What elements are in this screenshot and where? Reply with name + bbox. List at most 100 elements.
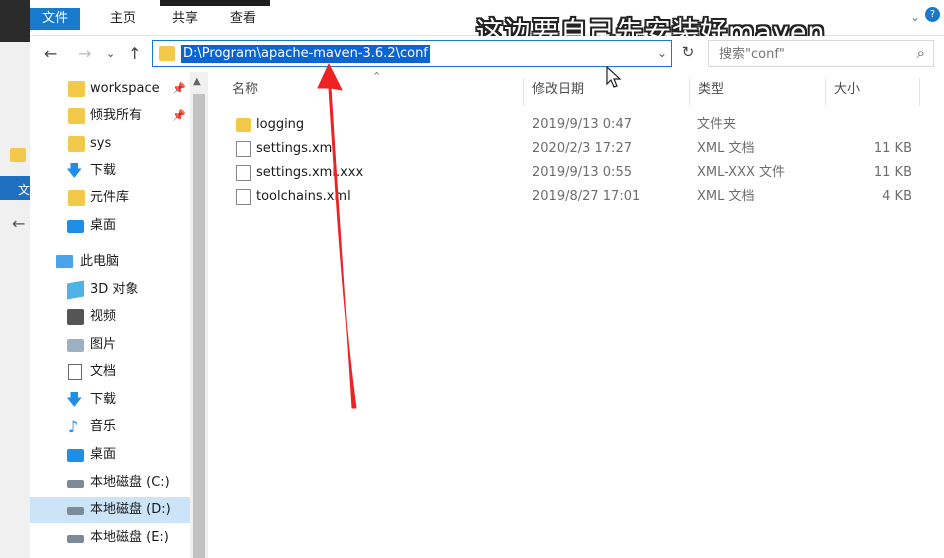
file-date: 2020/2/3 17:27: [532, 141, 632, 156]
address-folder-icon: [159, 46, 175, 61]
computer-icon: [56, 255, 73, 268]
nav-item-desktop[interactable]: 桌面: [30, 442, 190, 468]
nav-item-component-library[interactable]: 元件库: [30, 185, 190, 211]
cube-icon: [67, 280, 84, 300]
file-date: 2019/9/13 0:47: [532, 117, 632, 132]
nav-item-pictures[interactable]: 图片: [30, 332, 190, 358]
nav-item-label: 下载: [90, 163, 117, 178]
nav-item-label: 本地磁盘 (D:): [90, 502, 171, 517]
nav-item-documents[interactable]: 文档: [30, 359, 190, 385]
table-row[interactable]: toolchains.xml 2019/8/27 17:01 XML 文档 4 …: [228, 185, 918, 209]
address-bar[interactable]: D:\Program\apache-maven-3.6.2\conf ⌄: [152, 40, 672, 67]
help-icon[interactable]: ?: [925, 7, 940, 22]
column-header-name[interactable]: 名称: [224, 78, 524, 106]
pin-icon[interactable]: 📌: [172, 103, 186, 129]
folder-icon: [68, 108, 85, 124]
file-icon: [236, 189, 251, 205]
nav-item-label: 桌面: [90, 447, 117, 462]
tab-share[interactable]: 共享: [160, 8, 210, 30]
download-icon: 🡇: [66, 161, 83, 180]
nav-item-label: 此电脑: [80, 254, 120, 269]
nav-item-videos[interactable]: 视频: [30, 304, 190, 330]
file-icon: [236, 165, 251, 181]
nav-item-desktop-quick[interactable]: 桌面: [30, 213, 190, 239]
nav-item-drive-e[interactable]: 本地磁盘 (E:): [30, 525, 190, 551]
nav-item-3d-objects[interactable]: 3D 对象: [30, 277, 190, 303]
nav-item-downloads[interactable]: 🡇 下载: [30, 387, 190, 413]
file-type: 文件夹: [697, 117, 737, 132]
desktop-icon: [67, 220, 84, 233]
background-folder-icon: [10, 148, 26, 162]
tab-home[interactable]: 主页: [98, 8, 148, 30]
nav-item-label: 视频: [90, 309, 117, 324]
nav-item-label: 3D 对象: [90, 282, 139, 297]
file-type: XML 文档: [697, 189, 755, 204]
nav-item-label: 图片: [90, 337, 117, 352]
title-bar-fragment: [160, 0, 270, 6]
scrollbar-thumb[interactable]: [193, 94, 205, 558]
ribbon-expand-chevron-icon[interactable]: ⌄: [910, 10, 920, 24]
back-arrow-icon[interactable]: ←: [44, 44, 57, 63]
background-back-arrow-icon: ←: [12, 214, 26, 233]
column-header-type[interactable]: 类型: [690, 78, 826, 106]
nav-item-drive-c[interactable]: 本地磁盘 (C:): [30, 470, 190, 496]
nav-item-label: 音乐: [90, 419, 117, 434]
table-row[interactable]: settings.xml 2020/2/3 17:27 XML 文档 11 KB: [228, 137, 918, 161]
scroll-up-arrow-icon[interactable]: ▲: [193, 76, 201, 87]
forward-arrow-icon[interactable]: →: [78, 44, 91, 63]
nav-item-workspace[interactable]: workspace 📌: [30, 76, 190, 102]
refresh-icon[interactable]: ↻: [676, 43, 700, 65]
file-name: settings.xml: [256, 141, 336, 156]
column-header-size[interactable]: 大小: [826, 78, 920, 106]
nav-item-label: 元件库: [90, 190, 130, 205]
video-icon: [67, 309, 84, 325]
tab-view[interactable]: 查看: [218, 8, 268, 30]
drive-icon: [67, 507, 84, 515]
table-row[interactable]: settings.xml.xxx 2019/9/13 0:55 XML-XXX …: [228, 161, 918, 185]
file-type: XML 文档: [697, 141, 755, 156]
table-row[interactable]: logging 2019/9/13 0:47 文件夹: [228, 113, 918, 137]
file-date: 2019/9/13 0:55: [532, 165, 632, 180]
music-icon: ♪: [68, 417, 79, 436]
background-dark-area: [0, 0, 30, 42]
desktop-icon: [67, 449, 84, 462]
nav-item-qingwosuoyou[interactable]: 倾我所有 📌: [30, 103, 190, 129]
nav-item-label: workspace: [90, 81, 160, 96]
nav-item-drive-d[interactable]: 本地磁盘 (D:): [30, 497, 190, 523]
recent-locations-chevron-icon[interactable]: ⌄: [106, 47, 115, 60]
address-dropdown-chevron-icon[interactable]: ⌄: [657, 46, 667, 60]
file-icon: [236, 141, 251, 157]
file-date: 2019/8/27 17:01: [532, 189, 641, 204]
background-window: 文 ←: [0, 0, 30, 558]
drive-icon: [67, 480, 84, 488]
folder-icon: [68, 81, 85, 97]
search-icon[interactable]: ⌕: [917, 44, 925, 62]
nav-item-music[interactable]: ♪ 音乐: [30, 414, 190, 440]
file-list: ⌃ 名称 修改日期 类型 大小 logging 2019/9/13 0:47 文…: [208, 70, 944, 558]
picture-icon: [67, 339, 84, 352]
search-box[interactable]: ⌕: [708, 40, 934, 67]
pin-icon[interactable]: 📌: [172, 76, 186, 102]
file-name: logging: [256, 117, 305, 132]
nav-item-downloads-quick[interactable]: 🡇 下载: [30, 158, 190, 184]
file-name: toolchains.xml: [256, 189, 351, 204]
file-size: 11 KB: [873, 141, 912, 156]
file-size: 4 KB: [882, 189, 912, 204]
address-path[interactable]: D:\Program\apache-maven-3.6.2\conf: [181, 45, 430, 63]
up-arrow-icon[interactable]: ↑: [128, 44, 141, 63]
nav-item-label: 本地磁盘 (E:): [90, 530, 169, 545]
nav-item-label: 倾我所有: [90, 108, 143, 123]
tab-file[interactable]: 文件: [30, 8, 81, 30]
folder-icon: [68, 190, 85, 206]
file-size: 11 KB: [873, 165, 912, 180]
nav-item-label: 文档: [90, 364, 117, 379]
navigation-scrollbar[interactable]: ▲: [190, 72, 208, 558]
nav-item-sys[interactable]: sys: [30, 131, 190, 157]
nav-item-label: 本地磁盘 (C:): [90, 475, 170, 490]
nav-item-label: 桌面: [90, 218, 117, 233]
background-tab: 文: [0, 176, 30, 200]
nav-item-label: sys: [90, 136, 112, 151]
file-type: XML-XXX 文件: [697, 165, 786, 180]
search-input[interactable]: [719, 45, 899, 63]
nav-item-this-pc[interactable]: 此电脑: [30, 249, 190, 275]
